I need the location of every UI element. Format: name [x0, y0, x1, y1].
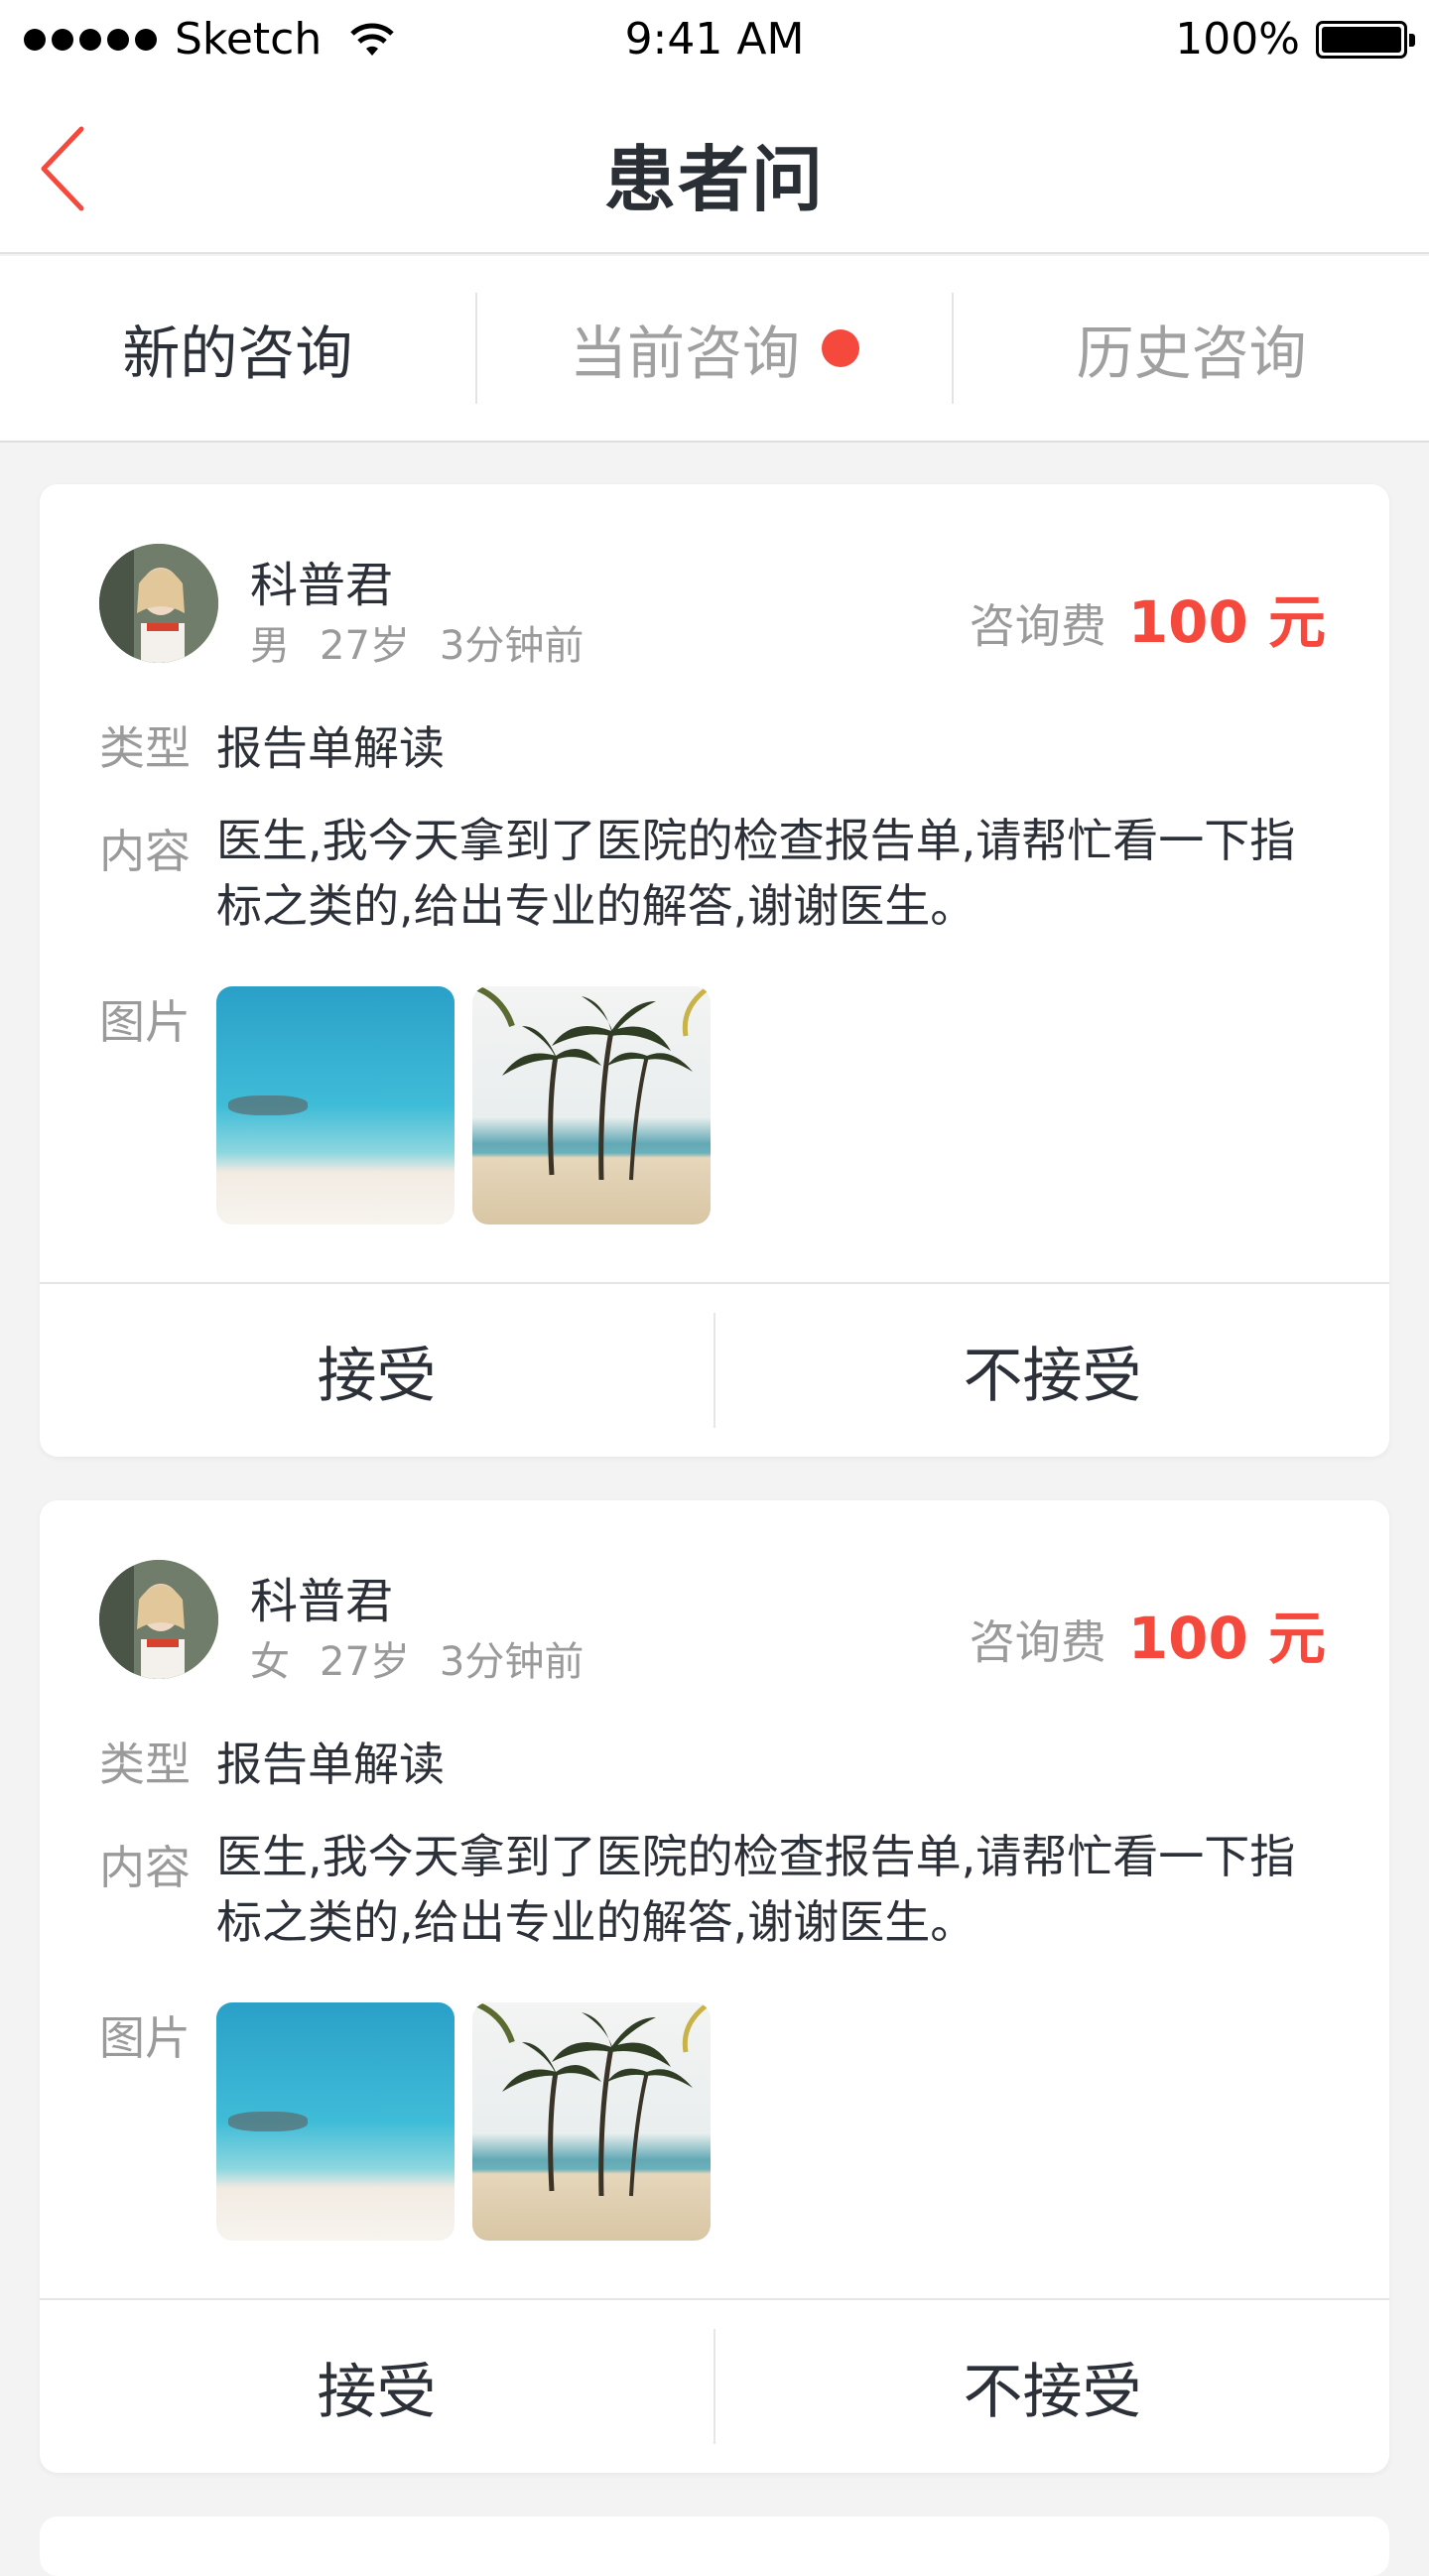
reject-button[interactable]: 不接受 [715, 2300, 1389, 2473]
patient-age: 27岁 [320, 1639, 410, 1685]
content-label: 内容 [99, 1841, 191, 1894]
tab-new-consultation[interactable]: 新的咨询 [0, 256, 475, 441]
consultation-card: 科普君 女 27岁 3分钟前 咨询费 100 元 类型 报告单解读 内容 医生,… [40, 1500, 1389, 2473]
image-thumbnail[interactable] [472, 986, 711, 1224]
consultation-card: 科普君 男 27岁 3分钟前 咨询费 100 元 类型 报告单解读 内容 医生,… [40, 484, 1389, 1457]
type-value: 报告单解读 [216, 1738, 445, 1791]
avatar-image [99, 1560, 218, 1679]
accept-button[interactable]: 接受 [40, 2300, 714, 2473]
palm-tree-image [472, 986, 711, 1181]
patient-gender: 男 [250, 623, 290, 669]
image-thumbnail[interactable] [216, 2002, 455, 2241]
content-text: 医生,我今天拿到了医院的检查报告单,请帮忙看一下指标之类的,给出专业的解答,谢谢… [216, 1830, 1296, 1949]
tab-label: 新的咨询 [122, 320, 353, 387]
type-value: 报告单解读 [216, 721, 445, 775]
content-label: 内容 [99, 825, 191, 878]
status-right: 100% [1175, 14, 1415, 64]
avatar-image [99, 544, 218, 663]
images-label: 图片 [99, 2011, 191, 2065]
content-text: 医生,我今天拿到了医院的检查报告单,请帮忙看一下指标之类的,给出专业的解答,谢谢… [216, 814, 1296, 933]
reject-button[interactable]: 不接受 [715, 1284, 1389, 1457]
tab-current-consultation[interactable]: 当前咨询 [477, 256, 953, 441]
card-actions: 接受 不接受 [40, 2298, 1389, 2473]
palm-tree-image [472, 2002, 711, 2197]
image-thumbnail[interactable] [472, 2002, 711, 2241]
card-actions: 接受 不接受 [40, 1282, 1389, 1457]
avatar[interactable] [99, 1560, 218, 1679]
fee-value: 100 元 [1127, 588, 1326, 656]
accept-button[interactable]: 接受 [40, 1284, 714, 1457]
navigation-bar: 患者问 [0, 79, 1429, 254]
fee-label: 咨询费 [969, 1615, 1106, 1669]
page-title: 患者问 [603, 138, 825, 221]
fee: 咨询费 100 元 [970, 1592, 1326, 1675]
images-label: 图片 [99, 995, 191, 1049]
notification-dot [822, 329, 860, 367]
patient-gender: 女 [250, 1639, 290, 1685]
fee-value: 100 元 [1127, 1605, 1326, 1672]
time-ago: 3分钟前 [439, 623, 585, 669]
tab-label: 历史咨询 [1076, 320, 1307, 387]
fee-label: 咨询费 [969, 599, 1106, 653]
type-label: 类型 [99, 721, 191, 775]
patient-name: 科普君 [250, 1574, 394, 1629]
tab-label: 当前咨询 [570, 320, 801, 387]
patient-meta: 女 27岁 3分钟前 [250, 1629, 584, 1687]
fee: 咨询费 100 元 [970, 576, 1326, 659]
status-bar: Sketch 9:41 AM 100% [0, 0, 1429, 79]
avatar[interactable] [99, 544, 218, 663]
battery-icon [1316, 20, 1415, 59]
type-label: 类型 [99, 1738, 191, 1791]
consultation-card-partial [40, 2516, 1389, 2576]
tab-history-consultation[interactable]: 历史咨询 [954, 256, 1429, 441]
patient-name: 科普君 [250, 558, 394, 613]
patient-meta: 男 27岁 3分钟前 [250, 613, 584, 671]
tab-bar: 新的咨询 当前咨询 历史咨询 [0, 256, 1429, 443]
time-ago: 3分钟前 [439, 1639, 585, 1685]
patient-age: 27岁 [320, 623, 410, 669]
battery-percentage: 100% [1175, 14, 1300, 64]
image-thumbnail[interactable] [216, 986, 455, 1224]
